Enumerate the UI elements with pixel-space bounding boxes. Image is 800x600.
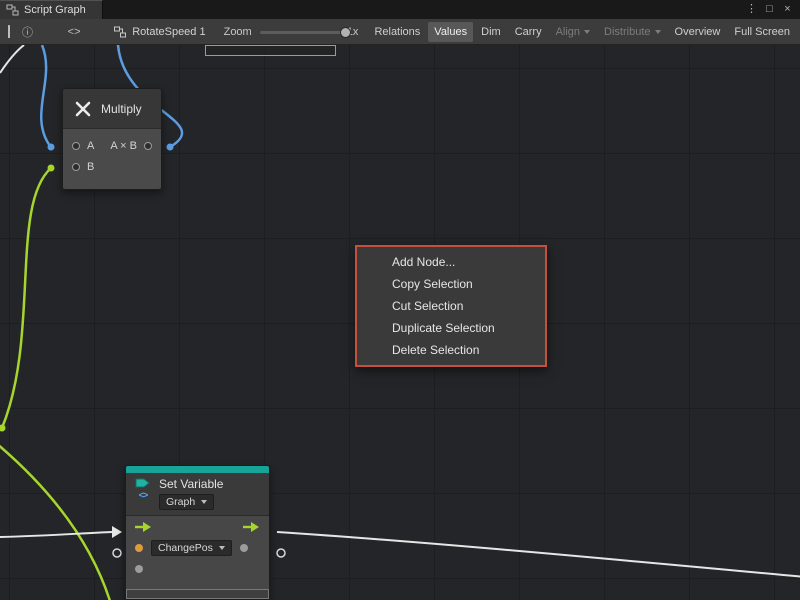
set-variable-body: ChangePos: [126, 516, 269, 599]
toolbar-button-dim[interactable]: Dim: [475, 22, 507, 42]
window-menu-icon[interactable]: ⋮: [744, 0, 759, 19]
unconnected-port-left[interactable]: [113, 549, 121, 557]
tab-script-graph[interactable]: Script Graph: [0, 0, 103, 19]
inline-edit-field[interactable]: [205, 45, 336, 56]
wire-white-flow-out[interactable]: [277, 532, 800, 577]
chevron-down-icon: [201, 500, 207, 504]
flow-arrow-in[interactable]: [112, 526, 122, 538]
port-row: A A × B: [63, 135, 161, 156]
set-variable-header: <> Set Variable Graph: [126, 473, 269, 516]
graph-canvas[interactable]: Multiply A A × B B: [0, 45, 800, 600]
wire-white-flow-in[interactable]: [0, 532, 112, 537]
lock-icon: [8, 26, 10, 38]
menu-item-duplicate-selection[interactable]: Duplicate Selection: [357, 317, 545, 339]
graph-icon: [6, 4, 19, 16]
multiply-x-icon: [73, 99, 93, 119]
scope-dropdown[interactable]: Graph: [159, 494, 214, 510]
variable-kind-bar: [126, 466, 269, 473]
toolbar-button-full-screen[interactable]: Full Screen: [728, 22, 796, 42]
variable-name-dropdown[interactable]: ChangePos: [151, 540, 232, 556]
toolbar-button-carry[interactable]: Carry: [509, 22, 548, 42]
scope-value: Graph: [166, 496, 195, 508]
menu-item-add-node[interactable]: Add Node...: [357, 251, 545, 273]
extra-port-row: [126, 558, 269, 579]
graph-breadcrumb[interactable]: RotateSpeed 1: [113, 26, 205, 38]
wire-blue-to-port-a[interactable]: [41, 45, 50, 146]
graph-asset-icon: [113, 26, 127, 38]
context-menu: Add Node... Copy Selection Cut Selection…: [355, 245, 547, 367]
graph-toolbar: ⓘ <> RotateSpeed 1 Zoom 1x Relations Val…: [0, 19, 800, 45]
toolbar-button-relations[interactable]: Relations: [368, 22, 426, 42]
script-graph-window: Script Graph ⋮ □ × ⓘ <> RotateSpeed 1: [0, 0, 800, 600]
tab-label: Script Graph: [24, 4, 86, 16]
node-footer: [126, 589, 269, 599]
zoom-track: [260, 31, 342, 34]
node-title: Set Variable: [159, 477, 223, 491]
wire-green-bottom-left[interactable]: [0, 443, 110, 600]
toolbar-buttons: Relations Values Dim Carry Align Distrib…: [368, 22, 798, 42]
node-title: Multiply: [101, 102, 142, 116]
titlebar: Script Graph ⋮ □ ×: [0, 0, 800, 19]
chevron-down-icon: [655, 30, 661, 34]
variable-icon: [135, 477, 151, 490]
port-label-a: A: [87, 140, 94, 152]
zoom-slider[interactable]: [260, 26, 342, 38]
port-label-result: A × B: [110, 140, 137, 152]
maximize-icon[interactable]: □: [762, 0, 777, 19]
wire-green-to-port-b[interactable]: [2, 168, 51, 428]
zoom-label: Zoom: [224, 26, 252, 38]
chevron-down-icon: [584, 30, 590, 34]
set-variable-icons: <>: [134, 477, 152, 510]
output-port-result[interactable]: [144, 142, 152, 150]
toolbar-button-align[interactable]: Align: [550, 22, 596, 42]
info-button[interactable]: ⓘ: [16, 20, 39, 44]
unconnected-port-right[interactable]: [277, 549, 285, 557]
value-port-orange[interactable]: [135, 544, 143, 552]
wire-white-top-left[interactable]: [0, 45, 24, 73]
toolbar-button-distribute[interactable]: Distribute: [598, 22, 666, 42]
flow-in-port[interactable]: [135, 521, 152, 533]
code-icon: <>: [68, 26, 81, 38]
lock-button[interactable]: [2, 20, 16, 44]
input-port-b[interactable]: [72, 163, 80, 171]
flow-out-port[interactable]: [243, 521, 260, 533]
code-icon: <>: [139, 490, 148, 500]
toolbar-button-overview[interactable]: Overview: [669, 22, 727, 42]
zoom-knob[interactable]: [340, 27, 351, 38]
code-view-button[interactable]: <>: [51, 20, 97, 44]
multiply-header: Multiply: [63, 89, 161, 129]
close-icon[interactable]: ×: [780, 0, 795, 19]
multiply-body: A A × B B: [63, 129, 161, 190]
flow-port-row: [126, 516, 269, 537]
variable-name-value: ChangePos: [158, 542, 213, 554]
port-dot-result-blue[interactable]: [167, 144, 174, 151]
input-port-a[interactable]: [72, 142, 80, 150]
value-port-gray-bottom[interactable]: [135, 565, 143, 573]
value-port-gray-right[interactable]: [240, 544, 248, 552]
variable-port-row: ChangePos: [126, 537, 269, 558]
port-row: B: [63, 156, 161, 177]
menu-item-cut-selection[interactable]: Cut Selection: [357, 295, 545, 317]
node-multiply[interactable]: Multiply A A × B B: [62, 88, 162, 190]
breadcrumb-label: RotateSpeed 1: [132, 26, 205, 38]
chevron-down-icon: [219, 546, 225, 550]
menu-item-copy-selection[interactable]: Copy Selection: [357, 273, 545, 295]
edge-dot-green: [0, 425, 6, 432]
toolbar-button-values[interactable]: Values: [428, 22, 473, 42]
node-set-variable[interactable]: <> Set Variable Graph: [125, 465, 270, 600]
menu-item-delete-selection[interactable]: Delete Selection: [357, 339, 545, 361]
window-controls: ⋮ □ ×: [744, 0, 800, 19]
port-dot-a-blue[interactable]: [48, 144, 55, 151]
set-variable-texts: Set Variable Graph: [159, 477, 223, 510]
port-label-b: B: [87, 161, 94, 173]
info-icon: ⓘ: [22, 24, 33, 40]
port-dot-b-green[interactable]: [48, 165, 55, 172]
